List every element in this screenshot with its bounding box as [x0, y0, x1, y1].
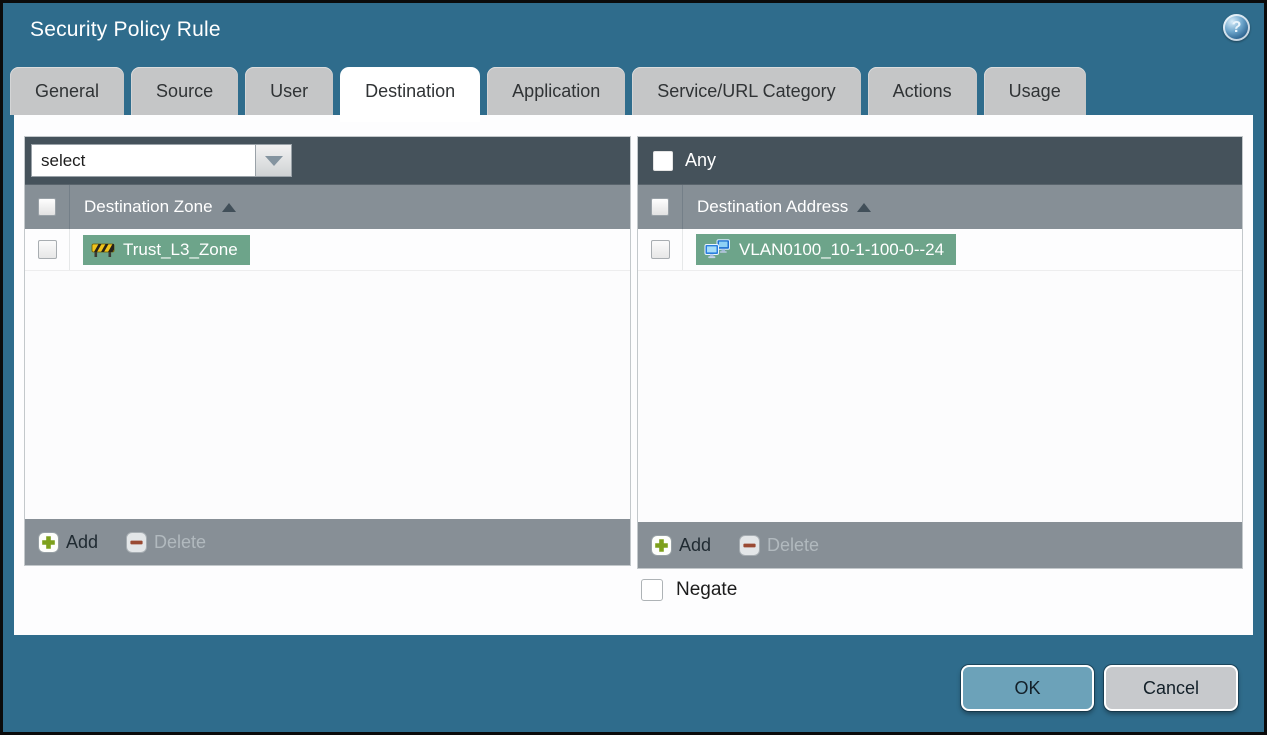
- tab-actions[interactable]: Actions: [867, 67, 977, 115]
- sort-asc-icon: [221, 202, 236, 212]
- delete-icon: [126, 531, 148, 553]
- address-column-label: Destination Address: [697, 197, 849, 216]
- zone-filter-input[interactable]: select: [31, 144, 256, 177]
- address-panel-footer: Add Delete: [638, 522, 1242, 568]
- tab-destination[interactable]: Destination: [340, 67, 481, 122]
- zone-column-header[interactable]: Destination Zone: [70, 185, 236, 229]
- address-delete-button[interactable]: Delete: [739, 534, 820, 556]
- zone-add-button[interactable]: Add: [38, 531, 99, 553]
- dialog-title: Security Policy Rule: [30, 18, 221, 41]
- table-row[interactable]: Trust_L3_Zone: [25, 229, 630, 271]
- cancel-button[interactable]: Cancel: [1104, 665, 1238, 711]
- tab-general[interactable]: General: [10, 67, 125, 115]
- tab-usage[interactable]: Usage: [983, 67, 1086, 115]
- address-add-label: Add: [679, 534, 712, 555]
- zone-select-all-cell: [25, 185, 70, 229]
- add-icon: [651, 534, 672, 556]
- address-panel-toolbar: Any: [638, 137, 1242, 185]
- any-label: Any: [685, 150, 717, 170]
- destination-zone-panel: select Destination Zone Trust_L3_Zone Ad…: [24, 136, 631, 566]
- address-chip[interactable]: VLAN0100_10-1-100-0--24: [696, 234, 957, 265]
- tab-source[interactable]: Source: [131, 67, 239, 115]
- zone-panel-footer: Add Delete: [25, 519, 630, 565]
- address-select-all-checkbox[interactable]: [651, 198, 669, 216]
- negate-row: Negate: [641, 579, 737, 601]
- tab-bar: General Source User Destination Applicat…: [10, 67, 1086, 122]
- destination-address-panel: Any Destination Address VLAN0100_10-1-10…: [637, 136, 1243, 569]
- delete-icon: [739, 534, 761, 556]
- zone-add-label: Add: [66, 531, 99, 552]
- sort-asc-icon: [857, 202, 872, 212]
- address-table-header: Destination Address: [638, 185, 1242, 229]
- zone-panel-toolbar: select: [25, 137, 630, 185]
- add-icon: [38, 531, 59, 553]
- zone-table-body: Trust_L3_Zone: [25, 229, 630, 519]
- address-row-label: VLAN0100_10-1-100-0--24: [739, 239, 945, 259]
- zone-row-checkbox-cell: [25, 229, 70, 270]
- zone-select-all-checkbox[interactable]: [38, 198, 56, 216]
- zone-delete-button[interactable]: Delete: [126, 531, 207, 553]
- security-policy-rule-dialog: { "window": { "title": "Security Policy …: [0, 0, 1267, 735]
- table-row[interactable]: VLAN0100_10-1-100-0--24: [638, 229, 1242, 271]
- chevron-down-icon: [264, 155, 283, 166]
- zone-icon: [91, 241, 115, 258]
- zone-delete-label: Delete: [154, 531, 207, 552]
- zone-row-checkbox[interactable]: [37, 240, 57, 259]
- address-table-body: VLAN0100_10-1-100-0--24: [638, 229, 1242, 522]
- zone-chip[interactable]: Trust_L3_Zone: [83, 234, 250, 265]
- zone-row-label: Trust_L3_Zone: [123, 239, 238, 259]
- zone-filter-combo: select: [31, 144, 292, 177]
- address-add-button[interactable]: Add: [651, 534, 712, 556]
- destination-tab-content: select Destination Zone Trust_L3_Zone Ad…: [14, 115, 1253, 635]
- address-row-checkbox[interactable]: [650, 240, 670, 259]
- address-select-all-cell: [638, 185, 683, 229]
- help-icon[interactable]: ?: [1223, 14, 1250, 41]
- tab-application[interactable]: Application: [487, 67, 626, 115]
- negate-label: Negate: [676, 579, 738, 600]
- zone-filter-dropdown-button[interactable]: [256, 144, 292, 177]
- network-address-icon: [704, 239, 731, 260]
- ok-button[interactable]: OK: [961, 665, 1094, 711]
- zone-column-label: Destination Zone: [84, 197, 213, 216]
- address-delete-label: Delete: [767, 534, 820, 555]
- tab-user[interactable]: User: [245, 67, 334, 115]
- negate-checkbox[interactable]: [641, 579, 663, 601]
- zone-table-header: Destination Zone: [25, 185, 630, 229]
- address-column-header[interactable]: Destination Address: [683, 185, 872, 229]
- tab-service-url-category[interactable]: Service/URL Category: [632, 67, 861, 115]
- address-row-checkbox-cell: [638, 229, 683, 270]
- any-checkbox[interactable]: [653, 150, 673, 171]
